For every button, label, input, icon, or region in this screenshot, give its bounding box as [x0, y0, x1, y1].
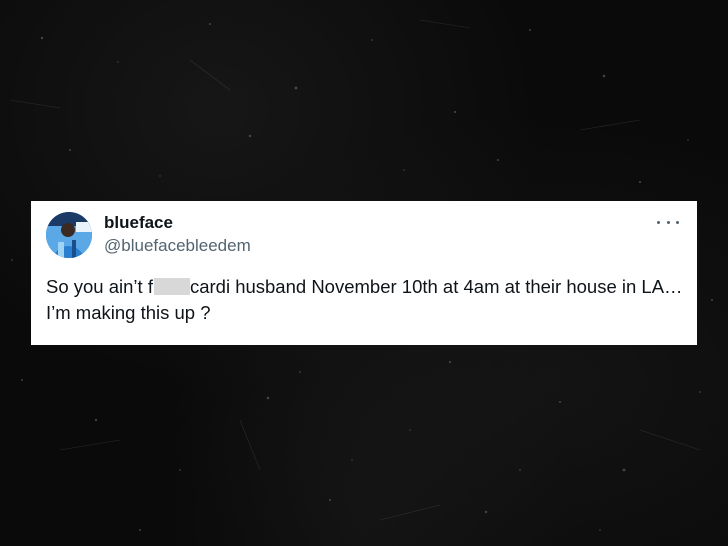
more-dot [666, 220, 670, 224]
more-options-icon[interactable] [657, 215, 679, 229]
tweet-text: So you ain’t f cardi husband November 10t… [46, 274, 686, 326]
display-name[interactable]: blueface [104, 213, 173, 233]
tweet-card[interactable]: blueface @bluefacebleedem So you ain’t f… [31, 201, 697, 345]
censor-blur [153, 278, 190, 295]
user-avatar[interactable] [46, 212, 92, 258]
tweet-text-part1: So you ain’t f [46, 276, 153, 297]
avatar-image [46, 212, 92, 258]
more-dot [676, 220, 679, 224]
more-dot [657, 220, 660, 224]
user-handle[interactable]: @bluefacebleedem [104, 236, 251, 256]
